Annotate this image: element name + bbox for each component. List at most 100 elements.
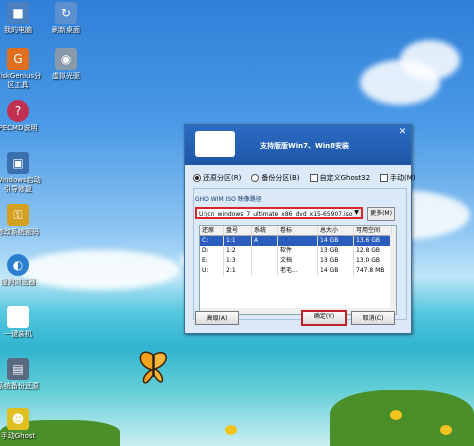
desktop-icon-password[interactable]: ⚿ 修改系统密码 (0, 204, 42, 237)
refresh-icon: ↻ (55, 2, 77, 24)
option-label: 自定义Ghost32 (319, 173, 371, 182)
desktop-icon-diskgenius[interactable]: G DiskGenius分区工具 (0, 48, 42, 90)
butterfly-image (139, 351, 167, 384)
icon-label: 系统备份还原 (0, 382, 39, 390)
option-label: 还原分区(R) (203, 173, 242, 182)
table-cell: 13.0 GB (354, 256, 392, 266)
icon-label: Windows启动引导修复 (0, 176, 41, 193)
table-cell: 1:2 (224, 246, 252, 256)
icon-label: 一键装机 (4, 330, 32, 338)
computer-icon: ■ (7, 2, 29, 24)
table-cell (252, 266, 278, 276)
table-cell: U: (200, 266, 224, 276)
desktop-icon-boot-repair[interactable]: ▣ Windows启动引导修复 (0, 152, 42, 194)
icon-label: DiskGenius分区工具 (0, 72, 42, 89)
column-header[interactable]: 盘号 (224, 226, 252, 235)
table-cell (252, 256, 278, 266)
icon-label: 我的电脑 (4, 26, 32, 34)
table-cell: 14 GB (318, 266, 354, 276)
table-row[interactable]: U: 2:1 老毛... 14 GB 747.8 MB (200, 266, 396, 276)
boot-repair-icon: ▣ (7, 152, 29, 174)
key-icon: ⚿ (7, 204, 29, 226)
chevron-down-icon[interactable]: ▼ (352, 209, 361, 217)
radio-backup[interactable] (251, 173, 260, 182)
cloud (400, 40, 460, 80)
table-cell: 13 GB (318, 246, 354, 256)
more-button[interactable]: 更多(M) (367, 207, 395, 221)
image-path-select[interactable]: U:\cn_windows_7_ultimate_x86_dvd_x15-659… (195, 207, 363, 219)
icon-label: 修改系统密码 (0, 228, 39, 236)
image-path-value: U:\cn_windows_7_ultimate_x86_dvd_x15-659… (199, 211, 353, 218)
vertical-scrollbar[interactable] (390, 235, 396, 313)
table-cell: 2:1 (224, 266, 252, 276)
install-icon (7, 306, 29, 328)
table-cell: 14 GB (318, 236, 354, 246)
desktop-icon-ghost[interactable]: ☻ 手动Ghost (0, 408, 42, 441)
icon-label: PECMD说明 (0, 124, 38, 132)
desktop-icon-my-computer[interactable]: ■ 我的电脑 (0, 2, 42, 35)
column-header[interactable]: 还原 (200, 226, 224, 235)
column-header[interactable]: 系统 (252, 226, 278, 235)
column-header[interactable]: 卷标 (278, 226, 318, 235)
cancel-button[interactable]: 取消(C) (351, 311, 395, 325)
column-header[interactable]: 总大小 (318, 226, 354, 235)
desktop-icon-pecmd-help[interactable]: ? PECMD说明 (0, 100, 42, 133)
table-header: 还原 盘号 系统 卷标 总大小 可用空间 (200, 226, 396, 236)
browser-icon: ◐ (7, 254, 29, 276)
checkbox-manual[interactable] (380, 173, 389, 182)
backup-icon: ▤ (7, 358, 29, 380)
table-cell (278, 236, 318, 246)
help-icon: ? (7, 100, 29, 122)
option-manual[interactable]: 手动(M) (380, 173, 416, 183)
table-row[interactable]: E: 1:3 文档 13 GB 13.0 GB (200, 256, 396, 266)
install-dialog: 支持版版Win7、Win8安装 ✕ 还原分区(R) 备份分区(B) 自定义Gho… (184, 124, 416, 334)
close-button[interactable]: ✕ (397, 127, 408, 138)
radio-restore[interactable] (193, 173, 201, 182)
diskgenius-icon: G (7, 48, 29, 70)
option-custom-ghost[interactable]: 自定义Ghost32 (309, 173, 371, 183)
desktop-icon-install[interactable]: 一键装机 (0, 306, 42, 339)
table-cell: 软件 (278, 246, 318, 256)
table-cell: 文档 (278, 256, 318, 266)
flower (440, 425, 452, 435)
mode-options: 还原分区(R) 备份分区(B) 自定义Ghost32 手动(M) (193, 172, 416, 183)
option-backup[interactable]: 备份分区(B) (251, 173, 300, 183)
option-label: 手动(M) (390, 173, 416, 182)
icon-label: 刷新桌面 (52, 26, 80, 34)
cloud (20, 250, 180, 290)
dialog-logo (195, 131, 235, 157)
option-restore[interactable]: 还原分区(R) (193, 173, 241, 183)
table-row[interactable]: D: 1:2 软件 13 GB 12.8 GB (200, 246, 396, 256)
desktop-icon-refresh[interactable]: ↻ 刷新桌面 (42, 2, 90, 35)
table-cell: 13 GB (318, 256, 354, 266)
table-cell (252, 246, 278, 256)
flower (225, 425, 237, 435)
desktop-icon-browser[interactable]: ◐ 搜狗浏览器 (0, 254, 42, 287)
table-cell: 1:3 (224, 256, 252, 266)
dialog-title: 支持版版Win7、Win8安装 (260, 142, 349, 150)
checkbox-custom-ghost[interactable] (309, 173, 318, 182)
icon-label: 手动Ghost (0, 432, 36, 440)
desktop-icon-backup[interactable]: ▤ 系统备份还原 (0, 358, 42, 391)
flower (390, 410, 402, 420)
table-cell: 老毛... (278, 266, 318, 276)
grass (330, 390, 474, 446)
table-cell: 12.8 GB (354, 246, 392, 256)
table-cell: A (252, 236, 278, 246)
image-path-label: GHO WIM ISO 映像路径 (195, 196, 262, 203)
table-cell: 747.8 MB (354, 266, 392, 276)
ok-button[interactable]: 确定(Y) (301, 310, 347, 326)
column-header[interactable]: 可用空间 (354, 226, 392, 235)
option-label: 备份分区(B) (261, 173, 300, 182)
table-cell: D: (200, 246, 224, 256)
advanced-button[interactable]: 高级(A) (195, 311, 239, 325)
dialog-titlebar[interactable]: 支持版版Win7、Win8安装 ✕ (185, 125, 411, 165)
icon-label: 虚拟光驱 (52, 72, 80, 80)
icon-label: 搜狗浏览器 (0, 278, 36, 286)
table-cell: 1:1 (224, 236, 252, 246)
ghost-icon: ☻ (7, 408, 29, 430)
desktop-icon-virtual-drive[interactable]: ◉ 虚拟光驱 (42, 48, 90, 81)
table-cell: 13.6 GB (354, 236, 392, 246)
partition-table: 还原 盘号 系统 卷标 总大小 可用空间 C: 1:1 A 14 GB 13.6… (199, 225, 397, 315)
table-row[interactable]: C: 1:1 A 14 GB 13.6 GB (200, 236, 396, 246)
